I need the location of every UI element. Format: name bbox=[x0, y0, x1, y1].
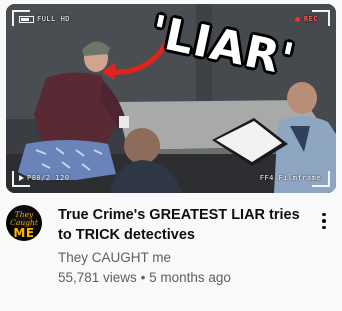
upload-age: 5 months ago bbox=[149, 270, 231, 285]
stats-separator: • bbox=[140, 270, 146, 285]
battery-icon bbox=[19, 15, 34, 23]
avatar-text-top: They Caught bbox=[10, 210, 38, 227]
more-vert-icon[interactable] bbox=[314, 210, 334, 232]
play-icon bbox=[19, 175, 24, 181]
view-count: 55,781 views bbox=[58, 270, 137, 285]
camera-brand: FF4 Filmframe bbox=[259, 174, 321, 182]
video-stats: 55,781 views • 5 months ago bbox=[58, 270, 231, 285]
camera-mode: FULL HD bbox=[19, 15, 70, 23]
channel-avatar[interactable]: They Caught ME bbox=[6, 205, 42, 241]
video-meta: They Caught ME True Crime's GREATEST LIA… bbox=[6, 204, 336, 294]
channel-name[interactable]: They CAUGHT me bbox=[58, 250, 171, 265]
avatar-text-bottom: ME bbox=[13, 226, 35, 240]
rec-label: REC bbox=[303, 15, 318, 23]
rec-dot-icon bbox=[294, 16, 300, 22]
video-thumbnail[interactable]: FULL HD REC P80/2 120 FF4 Filmframe 'LIA… bbox=[6, 4, 336, 193]
video-card[interactable]: FULL HD REC P80/2 120 FF4 Filmframe 'LIA… bbox=[0, 0, 342, 311]
camera-settings-label: P80/2 120 bbox=[27, 174, 70, 182]
video-title[interactable]: True Crime's GREATEST LIAR tries to TRIC… bbox=[58, 205, 306, 245]
rec-indicator: REC bbox=[294, 15, 318, 23]
camera-settings: P80/2 120 bbox=[19, 174, 69, 182]
camera-mode-label: FULL HD bbox=[37, 15, 71, 23]
